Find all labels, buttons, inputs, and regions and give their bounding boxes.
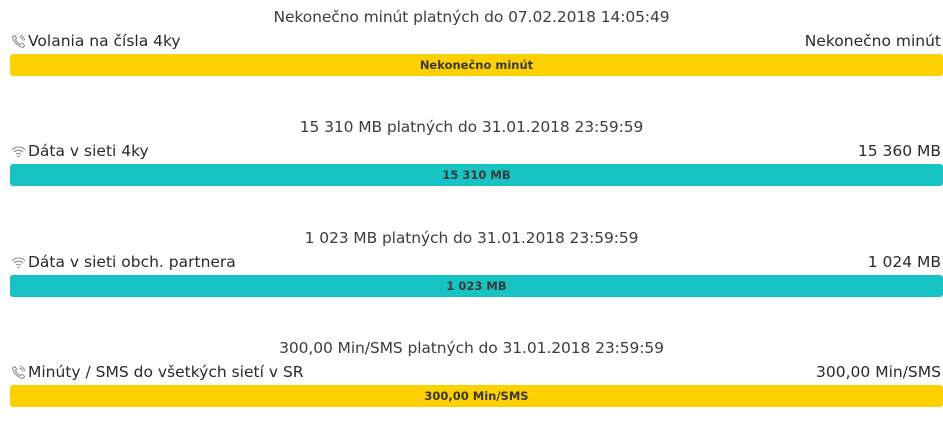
- validity-text: 15 310 MB platných do 31.01.2018 23:59:5…: [299, 118, 644, 136]
- usage-name-label: Dáta v sieti obch. partnera: [28, 253, 236, 271]
- usage-progress-bar: 15 310 MB: [10, 164, 943, 186]
- wifi-icon: [10, 143, 26, 159]
- wifi-icon: [10, 254, 26, 270]
- validity-text: Nekonečno minút platných do 07.02.2018 1…: [273, 8, 670, 26]
- usage-name-label: Volania na čísla 4ky: [28, 32, 181, 50]
- usage-progress-bar: Nekonečno minút: [10, 54, 943, 76]
- usage-row: Dáta v sieti obch. partnera 1 024 MB: [0, 250, 943, 274]
- usage-total: 1 024 MB: [867, 253, 941, 271]
- validity-text: 1 023 MB platných do 31.01.2018 23:59:59: [304, 229, 639, 247]
- usage-progress-bar: 300,00 Min/SMS: [10, 385, 943, 407]
- usage-total: 15 360 MB: [857, 142, 941, 160]
- usage-progress-bar: 1 023 MB: [10, 275, 943, 297]
- usage-item-data-partner: 1 023 MB platných do 31.01.2018 23:59:59…: [0, 228, 943, 318]
- validity-text: 300,00 Min/SMS platných do 31.01.2018 23…: [279, 339, 664, 357]
- usage-item-minutes-sms: 300,00 Min/SMS platných do 31.01.2018 23…: [0, 338, 943, 428]
- usage-name: Dáta v sieti obch. partnera: [10, 250, 236, 274]
- usage-progress-label: 300,00 Min/SMS: [424, 389, 529, 403]
- usage-row: Volania na čísla 4ky Nekonečno minút: [0, 29, 943, 53]
- usage-progress-label: Nekonečno minút: [419, 58, 534, 72]
- usage-row: Dáta v sieti 4ky 15 360 MB: [0, 139, 943, 163]
- usage-item-calls-4ky: Nekonečno minút platných do 07.02.2018 1…: [0, 7, 943, 97]
- usage-total: 300,00 Min/SMS: [816, 363, 941, 381]
- usage-name: Minúty / SMS do všetkých sietí v SR: [10, 360, 304, 384]
- phone-icon: [10, 364, 26, 380]
- usage-item-data-4ky: 15 310 MB platných do 31.01.2018 23:59:5…: [0, 117, 943, 207]
- usage-name: Volania na čísla 4ky: [10, 29, 181, 53]
- usage-row: Minúty / SMS do všetkých sietí v SR 300,…: [0, 360, 943, 384]
- phone-icon: [10, 33, 26, 49]
- usage-name: Dáta v sieti 4ky: [10, 139, 149, 163]
- usage-name-label: Minúty / SMS do všetkých sietí v SR: [28, 363, 304, 381]
- usage-total: Nekonečno minút: [804, 32, 941, 50]
- usage-progress-label: 15 310 MB: [442, 168, 511, 182]
- usage-name-label: Dáta v sieti 4ky: [28, 142, 149, 160]
- usage-progress-label: 1 023 MB: [446, 279, 507, 293]
